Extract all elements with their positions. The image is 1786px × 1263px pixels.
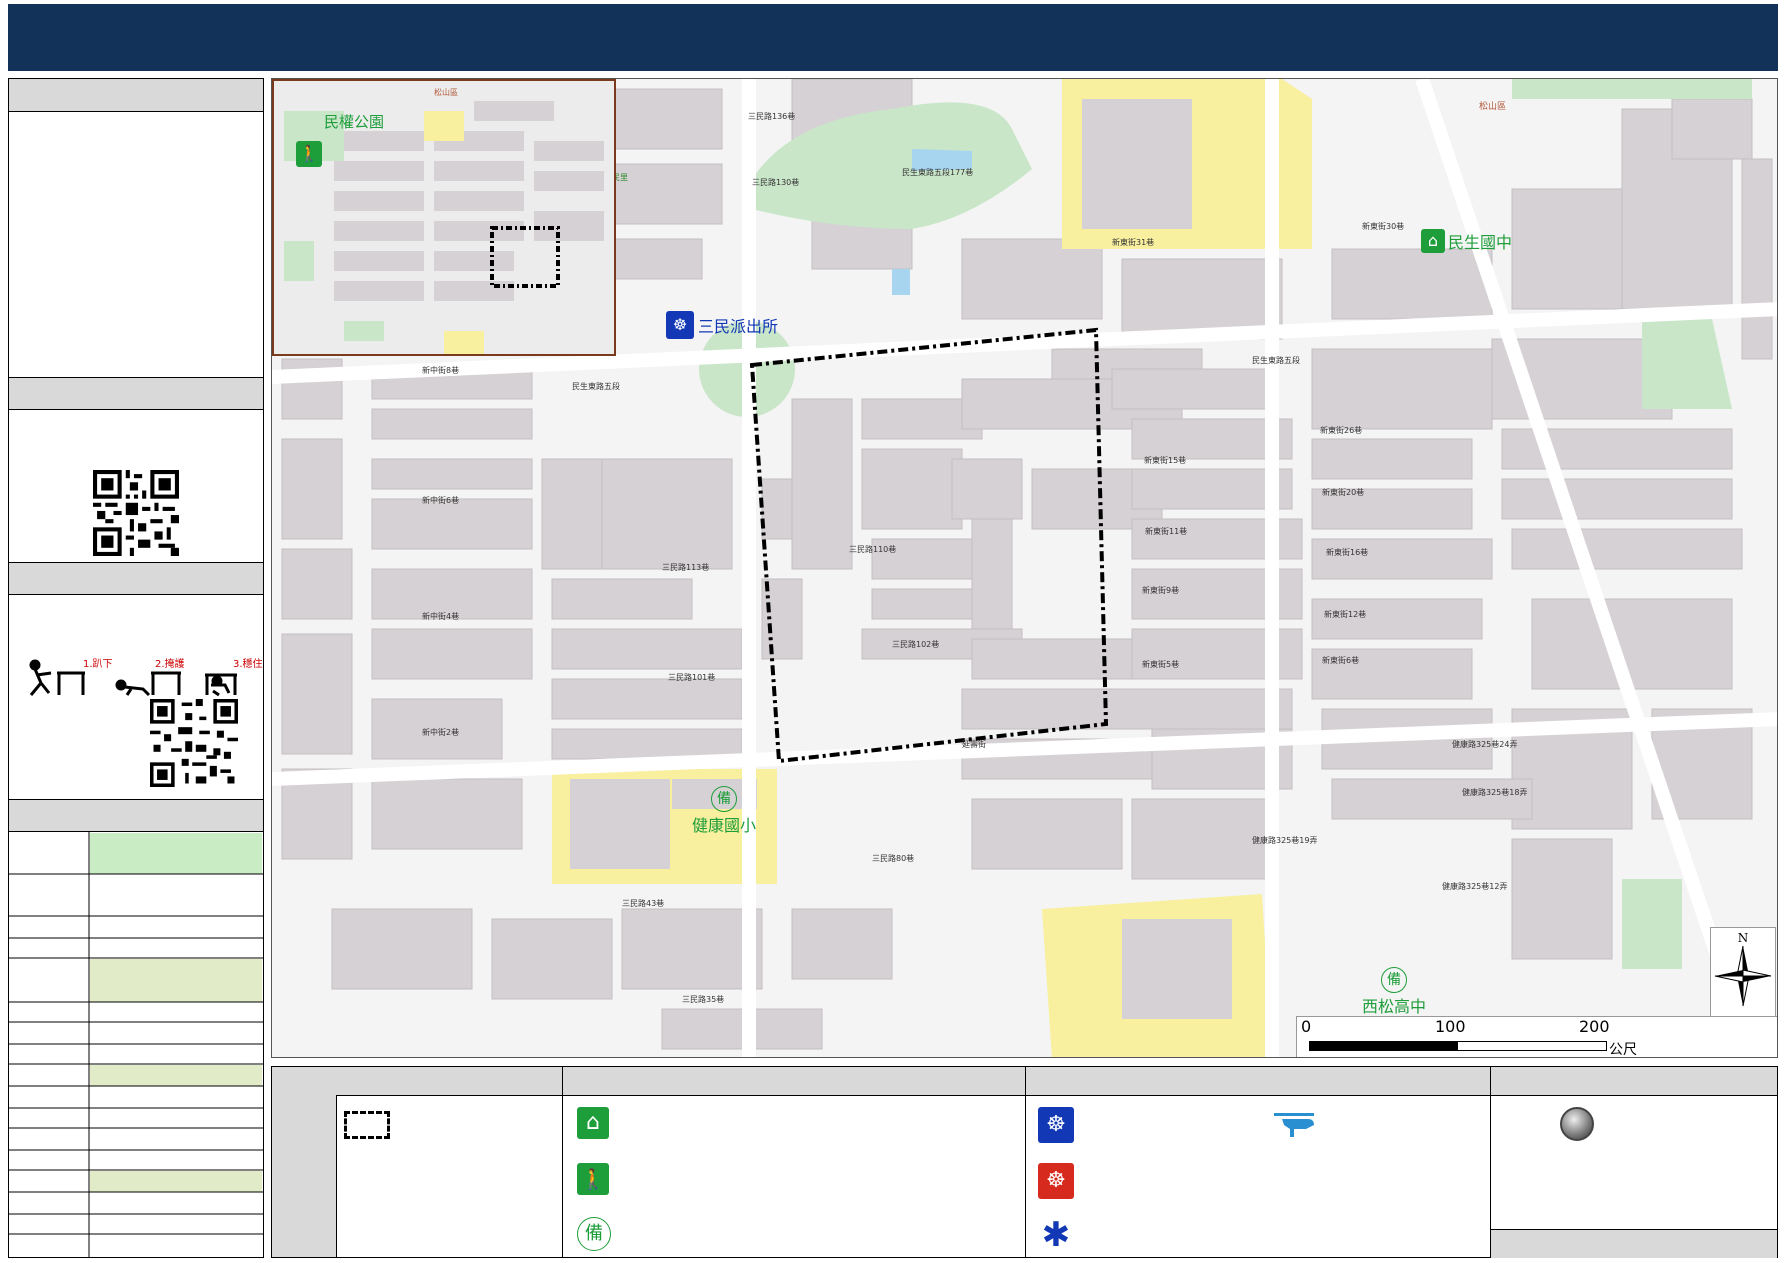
legend-col-divider: [1025, 1067, 1026, 1257]
legend-side-label: [272, 1067, 337, 1257]
street-label: 三民路43巷: [622, 899, 665, 908]
info-table: [9, 832, 263, 1257]
street-label: 三民路110巷: [849, 545, 897, 554]
minsheng-jhs-marker[interactable]: ⌂ 民生國中: [1421, 229, 1512, 253]
street-label: 新東街20巷: [1322, 488, 1365, 497]
street-label: 三民路130巷: [752, 178, 800, 187]
svg-text:3.穩住: 3.穩住: [233, 657, 263, 670]
street-label: 新中街4巷: [422, 612, 460, 621]
scale-tick-0: 0: [1301, 1017, 1312, 1036]
reserve-shelter-icon: 備: [577, 1217, 611, 1251]
legend-col-divider: [562, 1067, 563, 1257]
shelter-park-icon: 🚶: [577, 1163, 609, 1195]
jiankang-es-marker[interactable]: 備 健康國小: [692, 786, 756, 836]
scale-bar-graphic: [1309, 1041, 1607, 1051]
section1-body: [9, 112, 263, 378]
qr-code-icon[interactable]: [93, 470, 179, 556]
helicopter-legend-icon: [1270, 1111, 1318, 1139]
point-symbol-icon: [1560, 1107, 1594, 1141]
section2-header: [9, 377, 263, 410]
svg-text:1.趴下: 1.趴下: [83, 658, 113, 670]
minsheng-jhs-label: 民生國中: [1448, 233, 1513, 252]
scale-unit: 公尺: [1609, 1042, 1637, 1058]
street-label: 新東街6巷: [1322, 656, 1360, 665]
street-label: 新中街2巷: [422, 728, 460, 737]
street-label: 民生東路五段: [1252, 356, 1300, 365]
scale-tick-200: 200: [1579, 1017, 1610, 1036]
street-label: 健康路325巷24弄: [1452, 740, 1518, 749]
street-label: 新東街31巷: [1112, 238, 1155, 247]
drill-qr-code-icon[interactable]: [150, 699, 238, 787]
street-label: 新東街9巷: [1142, 586, 1180, 595]
sidebar-panel: 1.趴下 2.掩護 3.穩住: [8, 78, 264, 1258]
street-label: 三民路101巷: [668, 673, 716, 682]
street-label: 健康路325巷12弄: [1442, 882, 1508, 891]
section3-header: [9, 562, 263, 595]
header-bar: [8, 4, 1778, 71]
street-label: 新中街8巷: [422, 366, 460, 375]
street-label: 三民路136巷: [748, 112, 796, 121]
street-label: 健康路325巷19弄: [1252, 836, 1318, 845]
section4-header: [9, 799, 263, 832]
boundary-symbol-icon: [344, 1111, 390, 1139]
reserve-icon: 備: [711, 786, 737, 812]
street-label: 三民路80巷: [872, 854, 915, 863]
svg-text:N: N: [1738, 931, 1749, 945]
xisong-hs-label: 西松高中: [1362, 997, 1427, 1016]
scale-bar: 0 100 200 公尺: [1296, 1016, 1777, 1058]
street-label: 新東街15巷: [1144, 456, 1187, 465]
street-label: 三民路102巷: [892, 640, 940, 649]
police-legend-icon: ☸: [1038, 1107, 1074, 1143]
street-label: 新中街6巷: [422, 496, 460, 505]
north-arrow-icon: N: [1710, 927, 1776, 1019]
legend-header-row: [336, 1067, 1777, 1096]
fire-dept-legend-icon: ☸: [1038, 1163, 1074, 1199]
park-refuge-icon: 🚶: [296, 141, 322, 167]
medical-legend-icon: ✱: [1041, 1215, 1071, 1255]
shelter-icon: ⌂: [1421, 229, 1445, 253]
minquan-park-label: 民權公園: [324, 113, 385, 131]
street-label: 三民路35巷: [682, 995, 725, 1004]
street-label: 民生東路五段177巷: [902, 168, 974, 177]
xisong-hs-marker[interactable]: 備 西松高中: [1362, 967, 1426, 1017]
reserve-icon: 備: [1381, 967, 1407, 993]
street-label: 新東街16巷: [1326, 548, 1369, 557]
shelter-building-icon: ⌂: [577, 1107, 609, 1139]
police-station-label: 三民派出所: [698, 317, 779, 336]
street-label: 延壽街: [962, 740, 986, 749]
map-view[interactable]: 民生東路五段 民生東路五段 三民路113巷 三民路110巷 三民路102巷 三民…: [271, 78, 1778, 1058]
district-label: 松山區: [1479, 102, 1507, 112]
jiankang-es-label: 健康國小: [692, 816, 757, 835]
section3-body: 1.趴下 2.掩護 3.穩住: [9, 595, 263, 800]
scale-tick-100: 100: [1435, 1017, 1466, 1036]
inset-locator-map[interactable]: 松山區 民權公園 🚶: [272, 79, 616, 356]
police-station-marker[interactable]: ☸ 三民派出所: [666, 311, 778, 339]
section1-header: [9, 79, 263, 112]
street-label: 民生東路五段: [572, 382, 620, 391]
legend-panel: ⌂ 🚶 備 ☸ ☸ ✱: [271, 1066, 1778, 1258]
legend-footer-cell: [1491, 1229, 1777, 1258]
police-icon: ☸: [666, 311, 694, 339]
section2-body: [9, 410, 263, 563]
street-label: 新東街11巷: [1145, 527, 1188, 536]
street-label: 健康路325巷18弄: [1462, 788, 1528, 797]
street-label: 新東街12巷: [1324, 610, 1367, 619]
street-label: 三民路113巷: [662, 563, 710, 572]
drop-cover-hold-illustration: 1.趴下 2.掩護 3.穩住: [29, 657, 263, 697]
street-label: 新東街5巷: [1142, 660, 1180, 669]
street-label: 新東街30巷: [1362, 222, 1405, 231]
street-label: 新東街26巷: [1320, 426, 1363, 435]
inset-district-label: 松山區: [434, 88, 458, 97]
svg-text:2.掩護: 2.掩護: [155, 657, 185, 670]
